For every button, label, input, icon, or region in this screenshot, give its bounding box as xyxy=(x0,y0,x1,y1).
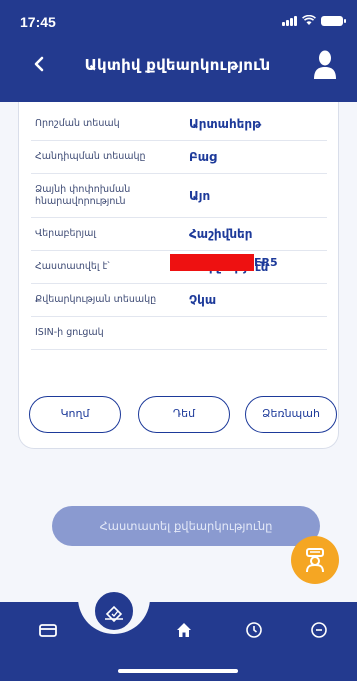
detail-value: Չկա xyxy=(189,293,217,307)
detail-value: Արտահերթ xyxy=(189,117,262,131)
detail-label: Հաստատվել է՝ xyxy=(35,261,110,272)
detail-value: Բաց xyxy=(189,150,217,164)
confirm-vote-button[interactable]: Հաստատել քվեարկությունը xyxy=(52,506,320,546)
vote-details-card: Որոշման տեսակ Արտահերթ Հանդիպման տեսակը … xyxy=(18,102,339,449)
home-indicator xyxy=(118,669,238,673)
ballot-icon xyxy=(105,605,123,623)
home-icon[interactable] xyxy=(174,620,194,640)
detail-label: Ձայնի փոփոխման հնարավորություն xyxy=(35,183,131,207)
isin-value: ER5 xyxy=(254,256,278,269)
vote-against-button[interactable]: Դեմ xyxy=(138,396,230,433)
detail-row: Վերաբերյալ Հաշիվներ xyxy=(31,218,327,251)
detail-label: Քվեարկության տեսակը xyxy=(35,294,157,305)
wifi-icon xyxy=(302,15,316,25)
detail-row: Ձայնի փոփոխման հնարավորություն Այո xyxy=(31,174,327,218)
redaction-block xyxy=(170,254,254,271)
vote-nav-button[interactable] xyxy=(93,590,135,632)
app-header: 17:45 Ակտիվ քվեարկություն xyxy=(0,0,357,102)
detail-row: Քվեարկության տեսակը Չկա xyxy=(31,284,327,317)
vote-abstain-button[interactable]: Ձեռնպահ xyxy=(245,396,337,433)
page-title: Ակտիվ քվեարկություն xyxy=(84,56,271,74)
support-agent-icon xyxy=(306,548,324,573)
support-button[interactable] xyxy=(291,536,339,584)
detail-row-isin: ISIN-ի ցուցակ xyxy=(31,317,327,350)
back-arrow-icon[interactable] xyxy=(28,52,52,76)
detail-label: ISIN-ի ցուցակ xyxy=(35,327,104,338)
history-icon[interactable] xyxy=(244,620,264,640)
battery-icon xyxy=(321,15,346,26)
detail-row: Որոշման տեսակ Արտահերթ xyxy=(31,108,327,141)
status-time: 17:45 xyxy=(20,14,56,30)
cards-icon[interactable] xyxy=(38,620,58,640)
signal-icon xyxy=(282,15,297,26)
detail-value: Այո xyxy=(189,188,211,203)
detail-label: Վերաբերյալ xyxy=(35,228,96,239)
profile-icon[interactable] xyxy=(313,50,337,80)
detail-label: Հանդիպման տեսակը xyxy=(35,151,146,162)
vote-for-button[interactable]: Կողմ xyxy=(29,396,121,433)
detail-row: Հանդիպման տեսակը Բաց xyxy=(31,141,327,174)
chat-icon[interactable] xyxy=(309,620,329,640)
status-icons xyxy=(282,15,346,26)
detail-value: Հաշիվներ xyxy=(189,227,253,241)
detail-label: Որոշման տեսակ xyxy=(35,118,120,129)
